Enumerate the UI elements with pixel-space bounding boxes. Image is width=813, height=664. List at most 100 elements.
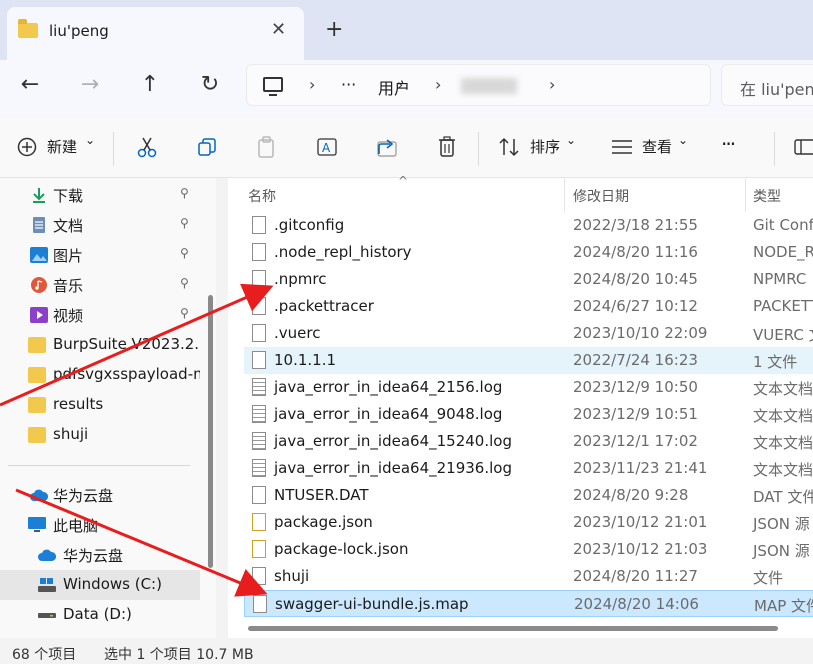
pin-icon: ⚲ (180, 216, 189, 230)
delete-icon[interactable] (437, 136, 457, 158)
new-button[interactable]: 新建 (47, 136, 77, 157)
file-row[interactable]: swagger-ui-bundle.js.map 2024/8/20 14:06 M… (244, 590, 813, 617)
folder-icon (28, 427, 46, 443)
file-row[interactable]: java_error_in_idea64_15240.log 2023/12/1 … (244, 428, 813, 455)
refresh-button[interactable]: ↻ (195, 72, 225, 97)
file-row[interactable]: java_error_in_idea64_2156.log 2023/12/9 1… (244, 374, 813, 401)
file-row[interactable]: .packettracer 2024/6/27 10:12 PACKETT (244, 293, 813, 320)
file-list: ^ 名称 修改日期 类型 .gitconfig 2022/3/18 21:55 Gi… (228, 174, 813, 638)
sidebar-divider (8, 465, 190, 466)
column-divider[interactable] (745, 178, 746, 212)
view-icon[interactable] (611, 139, 633, 155)
details-pane-icon[interactable] (794, 139, 813, 155)
file-modified-date: 2024/8/20 10:45 (573, 270, 698, 288)
chevron-down-icon[interactable]: ⌄ (678, 133, 688, 147)
sidebar-item-label: shuji (53, 425, 89, 443)
chevron-down-icon[interactable]: ⌄ (566, 133, 576, 147)
folder-icon (28, 397, 46, 413)
tab-bar: liu'peng ✕ + (0, 0, 813, 60)
file-name: shuji (274, 567, 310, 585)
sidebar-item-results[interactable]: results (0, 390, 200, 420)
tab-liupeng[interactable]: liu'peng ✕ (7, 7, 304, 60)
file-row[interactable]: NTUSER.DAT 2024/8/20 9:28 DAT 文件 (244, 482, 813, 509)
breadcrumb-more[interactable]: ··· (341, 75, 356, 94)
sidebar-item-videos[interactable]: 视频 ⚲ (0, 300, 200, 330)
sidebar-item-huawei-cloud-pc[interactable]: 华为云盘 (0, 540, 200, 570)
text-file-icon (252, 432, 266, 450)
pin-icon: ⚲ (180, 246, 189, 260)
sidebar-item-label: results (53, 395, 104, 413)
column-divider[interactable] (564, 178, 565, 212)
sidebar-item-pictures[interactable]: 图片 ⚲ (0, 240, 200, 270)
column-header-type[interactable]: 类型 (753, 186, 781, 206)
rename-icon[interactable]: A (316, 136, 338, 158)
sidebar-item-label: pdfsvgxsspayload-m (53, 365, 200, 383)
breadcrumb-users[interactable]: 用户 (378, 75, 410, 99)
more-options-button[interactable]: ··· (721, 132, 736, 156)
file-row[interactable]: shuji 2024/8/20 11:27 文件 (244, 563, 813, 590)
selection-info: 选中 1 个项目 10.7 MB (104, 647, 254, 663)
file-row[interactable]: 10.1.1.1 2022/7/24 16:23 1 文件 (244, 347, 813, 374)
column-header-name[interactable]: 名称 (248, 186, 276, 206)
breadcrumb-separator[interactable]: › (309, 75, 315, 94)
breadcrumb-separator[interactable]: › (435, 75, 441, 94)
new-tab-button[interactable]: + (325, 17, 343, 42)
file-row[interactable]: .gitconfig 2022/3/18 21:55 Git Conf (244, 212, 813, 239)
horizontal-scrollbar[interactable] (248, 626, 778, 631)
file-row[interactable]: package.json 2023/10/12 21:01 JSON 源 (244, 509, 813, 536)
file-name: java_error_in_idea64_21936.log (274, 459, 512, 477)
pin-icon: ⚲ (180, 306, 189, 320)
sidebar-item-downloads[interactable]: 下载 ⚲ (0, 180, 200, 210)
plus-circle-icon[interactable] (17, 137, 37, 157)
file-modified-date: 2024/8/20 9:28 (573, 486, 689, 504)
sidebar-item-drive-c[interactable]: Windows (C:) (0, 570, 200, 600)
file-type: Git Conf (753, 216, 813, 234)
file-name: package.json (274, 513, 373, 531)
search-input[interactable]: 在 liu'peng (721, 64, 813, 106)
copy-icon[interactable] (197, 137, 217, 157)
sidebar-item-documents[interactable]: 文档 ⚲ (0, 210, 200, 240)
forward-button[interactable]: → (75, 72, 105, 97)
file-row[interactable]: .vuerc 2023/10/10 22:09 VUERC 文 (244, 320, 813, 347)
sidebar-item-shuji[interactable]: shuji (0, 420, 200, 450)
file-modified-date: 2023/11/23 21:41 (573, 459, 708, 477)
share-icon[interactable] (376, 136, 398, 158)
search-placeholder: 在 liu'peng (740, 80, 813, 99)
sidebar-item-drive-d[interactable]: Data (D:) (0, 600, 200, 630)
sort-button[interactable]: 排序 (530, 136, 560, 157)
redacted-breadcrumb[interactable] (461, 78, 517, 94)
breadcrumb-separator[interactable]: › (549, 75, 555, 94)
sidebar-item-burpsuite[interactable]: BurpSuite V2023.2.2 (0, 330, 200, 360)
column-header-modified[interactable]: 修改日期 (573, 186, 629, 206)
file-row[interactable]: .npmrc 2024/8/20 10:45 NPMRC (244, 266, 813, 293)
sidebar-item-music[interactable]: 音乐 ⚲ (0, 270, 200, 300)
chevron-down-icon[interactable]: ⌄ (85, 133, 95, 147)
address-bar[interactable]: › ··· › 用户 › › (246, 64, 711, 106)
file-type: 文本文档 (753, 407, 813, 425)
file-row[interactable]: .node_repl_history 2024/8/20 11:16 NODE_R (244, 239, 813, 266)
back-button[interactable]: ← (15, 72, 45, 97)
file-name: .npmrc (274, 270, 327, 288)
close-icon[interactable]: ✕ (271, 19, 286, 40)
file-row[interactable]: package-lock.json 2023/10/12 21:03 JSON 源 (244, 536, 813, 563)
drive-icon (38, 613, 56, 618)
address-row: ← → ↑ ↻ › ··· › 用户 › › 在 liu'peng (0, 60, 813, 118)
sidebar-scrollbar[interactable] (208, 295, 213, 568)
file-row[interactable]: java_error_in_idea64_21936.log 2023/11/23… (244, 455, 813, 482)
file-row[interactable]: java_error_in_idea64_9048.log 2023/12/9 1… (244, 401, 813, 428)
file-icon (252, 297, 266, 315)
file-modified-date: 2022/7/24 16:23 (573, 351, 698, 369)
sidebar-item-pdfsvgxsspayload[interactable]: pdfsvgxsspayload-m (0, 360, 200, 390)
up-button[interactable]: ↑ (135, 72, 165, 97)
sidebar-item-this-pc[interactable]: 此电脑 (0, 510, 200, 540)
view-button[interactable]: 查看 (642, 136, 672, 157)
cut-icon[interactable] (136, 136, 158, 158)
sidebar-item-huawei-cloud[interactable]: 华为云盘 (0, 480, 200, 510)
paste-icon[interactable] (257, 136, 277, 158)
file-icon (252, 270, 266, 288)
sort-icon[interactable] (498, 137, 520, 157)
file-name: .gitconfig (274, 216, 345, 234)
computer-icon[interactable] (263, 77, 283, 96)
file-name: 10.1.1.1 (274, 351, 337, 369)
document-icon (33, 217, 45, 233)
